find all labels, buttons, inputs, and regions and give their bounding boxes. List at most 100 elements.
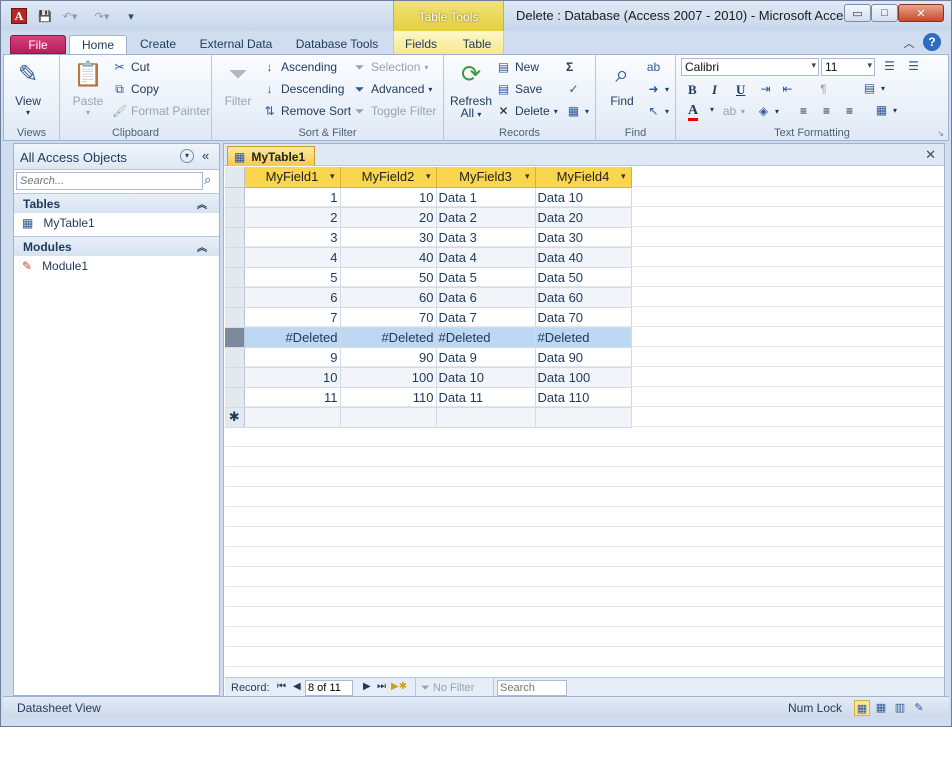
table-cell[interactable]: Data 7 bbox=[436, 307, 536, 328]
record-selector[interactable] bbox=[225, 247, 245, 268]
record-selector[interactable] bbox=[225, 327, 245, 348]
filter-button[interactable]: ⏷ Filter bbox=[222, 59, 254, 108]
pivottable-view-icon[interactable]: ▦ bbox=[873, 700, 889, 716]
nav-item-module1[interactable]: ✎ Module1 bbox=[22, 259, 88, 273]
go-to-button[interactable]: ➜ ▾ bbox=[646, 82, 669, 96]
tab-fields[interactable]: Fields bbox=[401, 35, 441, 54]
search-icon[interactable]: ⌕ bbox=[204, 172, 211, 188]
table-cell[interactable]: 7 bbox=[244, 307, 341, 328]
table-cell[interactable] bbox=[535, 407, 632, 428]
table-cell[interactable]: Data 1 bbox=[436, 187, 536, 208]
align-left-button[interactable]: ≡ bbox=[796, 104, 811, 118]
undo-icon[interactable]: ↶▾ bbox=[59, 8, 81, 24]
table-cell[interactable]: Data 20 bbox=[535, 207, 632, 228]
close-button[interactable]: ✕ bbox=[898, 4, 944, 22]
next-record-icon[interactable]: ▶ bbox=[363, 681, 371, 692]
table-row[interactable]: 2 20 Data 2 Data 20 bbox=[225, 207, 632, 228]
advanced-button[interactable]: ⏷ Advanced ▾ bbox=[352, 82, 433, 96]
format-painter-button[interactable]: 🖌 Format Painter bbox=[112, 104, 210, 118]
underline-button[interactable]: U bbox=[736, 82, 745, 98]
remove-sort-button[interactable]: ⇅ Remove Sort bbox=[262, 104, 351, 118]
doc-tab-mytable1[interactable]: ▦ MyTable1 bbox=[227, 146, 315, 166]
highlight-color-button[interactable]: ab ▾ bbox=[722, 104, 745, 118]
tab-home[interactable]: Home bbox=[69, 35, 127, 54]
maximize-button[interactable]: □ bbox=[871, 4, 898, 22]
table-cell[interactable]: 6 bbox=[244, 287, 341, 308]
table-cell[interactable]: Data 100 bbox=[535, 367, 632, 388]
column-dropdown-icon[interactable]: ▾ bbox=[525, 171, 530, 182]
record-selector[interactable] bbox=[225, 287, 245, 308]
table-row[interactable]: 5 50 Data 5 Data 50 bbox=[225, 267, 632, 288]
paste-button[interactable]: 📋 Paste ▾ bbox=[72, 59, 104, 117]
select-button[interactable]: ↖ ▾ bbox=[646, 104, 669, 118]
table-cell[interactable] bbox=[244, 407, 341, 428]
column-header[interactable]: MyField3 ▾ bbox=[436, 167, 536, 188]
shutter-bar-close-icon[interactable]: « bbox=[202, 148, 209, 163]
table-cell[interactable]: Data 6 bbox=[436, 287, 536, 308]
copy-button[interactable]: ⧉ Copy bbox=[112, 82, 159, 96]
italic-button[interactable]: I bbox=[712, 82, 717, 98]
descending-button[interactable]: ↓ Descending bbox=[262, 82, 345, 96]
record-selector[interactable] bbox=[225, 367, 245, 388]
new-record-button[interactable]: ▤ New bbox=[496, 60, 539, 74]
collapse-section-icon[interactable]: ︽ bbox=[197, 196, 207, 211]
numbering-button[interactable]: ☰ bbox=[906, 59, 921, 73]
tab-database-tools[interactable]: Database Tools bbox=[293, 35, 381, 54]
table-cell[interactable]: 4 bbox=[244, 247, 341, 268]
cut-button[interactable]: ✂ Cut bbox=[112, 60, 149, 74]
table-row[interactable]: 6 60 Data 6 Data 60 bbox=[225, 287, 632, 308]
selection-button[interactable]: ⏷ Selection ▾ bbox=[352, 60, 429, 74]
table-row[interactable]: 11 110 Data 11 Data 110 bbox=[225, 387, 632, 408]
table-cell[interactable]: Data 60 bbox=[535, 287, 632, 308]
font-color-button[interactable]: A bbox=[688, 104, 699, 121]
customize-qat-icon[interactable]: ▾ bbox=[125, 8, 137, 24]
table-cell[interactable]: Data 70 bbox=[535, 307, 632, 328]
minimize-button[interactable]: ▭ bbox=[844, 4, 871, 22]
nav-section-tables[interactable]: Tables ︽ bbox=[14, 193, 219, 213]
nav-search-input[interactable] bbox=[16, 172, 203, 190]
table-cell[interactable]: Data 3 bbox=[436, 227, 536, 248]
table-row[interactable]: 4 40 Data 4 Data 40 bbox=[225, 247, 632, 268]
font-name-select[interactable]: Calibri ▾ bbox=[681, 58, 819, 76]
table-cell[interactable]: 70 bbox=[340, 307, 437, 328]
column-header[interactable]: MyField2 ▾ bbox=[340, 167, 437, 188]
record-selector[interactable] bbox=[225, 347, 245, 368]
alternate-row-color-button[interactable]: ▦ ▾ bbox=[874, 103, 897, 117]
table-row[interactable]: 9 90 Data 9 Data 90 bbox=[225, 347, 632, 368]
table-cell[interactable]: 1 bbox=[244, 187, 341, 208]
table-cell[interactable]: Data 9 bbox=[436, 347, 536, 368]
table-cell[interactable]: 20 bbox=[340, 207, 437, 228]
tab-table[interactable]: Table bbox=[457, 35, 497, 54]
table-cell[interactable]: 11 bbox=[244, 387, 341, 408]
table-row[interactable]: 7 70 Data 7 Data 70 bbox=[225, 307, 632, 328]
new-record-row[interactable]: ✱ bbox=[225, 407, 632, 428]
align-right-button[interactable]: ≡ bbox=[842, 104, 857, 118]
select-all-corner[interactable] bbox=[225, 167, 245, 188]
table-cell[interactable]: 60 bbox=[340, 287, 437, 308]
filter-status-button[interactable]: ⏷ No Filter bbox=[421, 682, 474, 695]
table-cell[interactable]: Data 2 bbox=[436, 207, 536, 228]
new-record-nav-icon[interactable]: ▶✱ bbox=[391, 681, 407, 692]
record-selector[interactable] bbox=[225, 227, 245, 248]
table-cell[interactable]: Data 30 bbox=[535, 227, 632, 248]
outdent-button[interactable]: ⇤ bbox=[780, 82, 795, 96]
sort-filter-dropdown-icon[interactable]: ▾ bbox=[330, 171, 335, 182]
table-cell[interactable]: Data 11 bbox=[436, 387, 536, 408]
save-record-button[interactable]: ▤ Save bbox=[496, 82, 543, 96]
record-selector[interactable] bbox=[225, 187, 245, 208]
record-search-input[interactable] bbox=[497, 680, 567, 696]
last-record-icon[interactable]: ⏭ bbox=[377, 681, 386, 692]
record-selector[interactable] bbox=[225, 267, 245, 288]
dialog-launcher-icon[interactable]: ↘ bbox=[937, 129, 944, 138]
spelling-button[interactable]: ✓ bbox=[566, 82, 581, 96]
toggle-filter-button[interactable]: ⏷ Toggle Filter bbox=[352, 104, 437, 118]
table-cell[interactable] bbox=[340, 407, 437, 428]
record-selector[interactable] bbox=[225, 207, 245, 228]
paragraph-direction-button[interactable]: ¶ bbox=[816, 82, 831, 96]
table-cell[interactable]: 5 bbox=[244, 267, 341, 288]
align-center-button[interactable]: ≡ bbox=[819, 104, 834, 118]
ascending-button[interactable]: ↓ Ascending bbox=[262, 60, 338, 74]
table-cell[interactable]: 9 bbox=[244, 347, 341, 368]
table-cell[interactable]: #Deleted bbox=[535, 327, 632, 348]
table-row[interactable]: 3 30 Data 3 Data 30 bbox=[225, 227, 632, 248]
